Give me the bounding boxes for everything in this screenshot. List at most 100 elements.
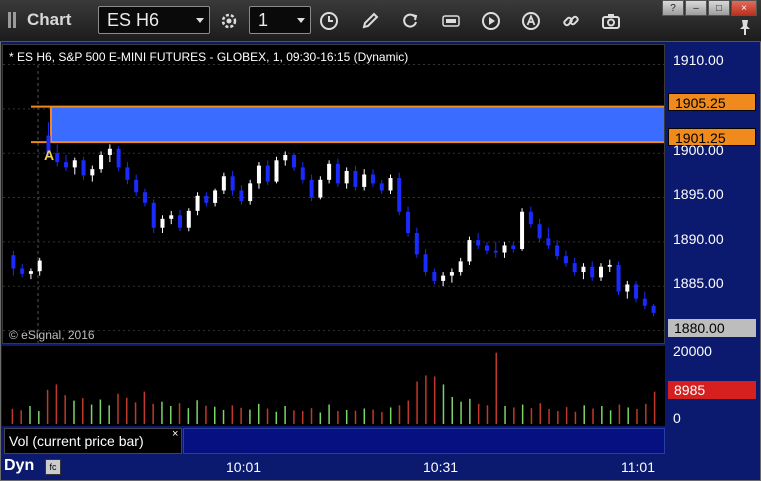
candle-body	[81, 160, 86, 176]
volume-tick-20000: 20000	[673, 343, 712, 359]
candle-body	[397, 178, 402, 212]
close-study-icon[interactable]: ×	[172, 428, 178, 440]
link-button[interactable]	[558, 8, 584, 34]
volume-current-tag: 8985	[668, 381, 756, 399]
window-controls: ? – □ ×	[661, 0, 757, 16]
candle-body	[335, 163, 340, 184]
price-tick-1900: 1900.00	[673, 142, 724, 158]
candle-body	[362, 174, 367, 187]
candle-body	[213, 190, 218, 203]
candle-body	[406, 211, 411, 234]
candle-body	[151, 202, 156, 228]
candle-body	[318, 179, 323, 198]
clock-icon	[320, 12, 338, 30]
candle-body	[248, 183, 253, 202]
price-tick-1895: 1895.00	[673, 186, 724, 202]
candle-body	[64, 162, 69, 168]
candle-body	[283, 154, 288, 161]
maximize-button[interactable]: □	[708, 0, 730, 16]
minimize-button[interactable]: –	[685, 0, 707, 16]
candle-body	[125, 167, 130, 180]
price-tick-1910: 1910.00	[673, 52, 724, 68]
get-icon	[442, 15, 460, 27]
candle-body	[309, 179, 314, 198]
zone-top-price-tag: 1905.25	[668, 93, 756, 111]
copyright-text: © eSignal, 2016	[9, 328, 95, 342]
candle-body	[230, 176, 235, 191]
time-tick-1101: 11:01	[621, 459, 655, 475]
candle-body	[388, 178, 393, 191]
dynamic-mode-label[interactable]: Dyn	[4, 457, 34, 475]
candle-body	[441, 275, 446, 281]
fc-badge[interactable]: fc	[45, 459, 61, 475]
help-button[interactable]: ?	[662, 0, 684, 16]
candle-body	[379, 183, 384, 191]
candle-body	[432, 272, 437, 281]
price-tick-1890: 1890.00	[673, 231, 724, 247]
candle-body	[476, 240, 481, 246]
price-axis[interactable]: 1910.00 1905.25 1901.25 1900.00 1895.00 …	[665, 44, 758, 344]
price-chart-pane[interactable]: * ES H6, S&P 500 E-MINI FUTURES - GLOBEX…	[2, 44, 665, 383]
screenshot-button[interactable]	[598, 8, 624, 34]
candle-body	[563, 256, 568, 264]
candle-body	[28, 271, 33, 274]
volume-study-label[interactable]: Vol (current price bar)	[4, 428, 182, 454]
refresh-icon	[403, 13, 418, 28]
settings-button[interactable]	[216, 8, 242, 34]
candle-body	[651, 305, 656, 313]
candle-body	[107, 148, 112, 155]
volume-pane[interactable]	[2, 346, 665, 426]
candle-body	[528, 211, 533, 225]
candle-body	[537, 224, 542, 239]
volume-axis[interactable]: 20000 8985 0	[665, 343, 758, 426]
candle-body	[511, 245, 516, 249]
interval-combo[interactable]: 1	[249, 6, 311, 34]
symbol-combo[interactable]: ES H6	[98, 6, 210, 34]
time-button[interactable]	[316, 8, 342, 34]
volume-chart[interactable]	[2, 346, 665, 426]
time-tick-1031: 10:31	[423, 459, 459, 475]
volume-tick-0: 0	[673, 410, 681, 426]
candle-body	[642, 298, 647, 306]
candle-body	[449, 272, 454, 276]
candle-body	[300, 167, 305, 180]
candle-body	[90, 169, 95, 176]
candle-body	[493, 250, 498, 253]
candle-body	[134, 179, 139, 193]
close-button[interactable]: ×	[731, 0, 757, 16]
app-title: Chart	[27, 10, 72, 29]
candle-body	[353, 170, 358, 187]
chevron-down-icon	[297, 18, 305, 23]
time-tick-1001: 10:01	[226, 459, 262, 475]
play-button[interactable]	[478, 8, 504, 34]
price-chart[interactable]	[3, 45, 664, 343]
candle-body	[55, 153, 60, 163]
get-button[interactable]	[438, 8, 464, 34]
candle-body	[414, 233, 419, 255]
time-axis[interactable]: 10:01 10:31 11:01	[2, 455, 665, 479]
alert-a-icon	[522, 12, 540, 30]
pin-icon[interactable]	[737, 18, 753, 36]
candle-body	[99, 154, 104, 170]
refresh-button[interactable]	[397, 8, 423, 34]
price-tick-1885: 1885.00	[673, 275, 724, 291]
candle-body	[423, 254, 428, 273]
candle-body	[20, 268, 25, 274]
drag-grip-icon[interactable]	[8, 12, 18, 28]
candle-body	[344, 170, 349, 184]
chart-title: * ES H6, S&P 500 E-MINI FUTURES - GLOBEX…	[9, 50, 409, 64]
candle-body	[274, 160, 279, 182]
candle-body	[520, 211, 525, 249]
camera-icon	[602, 14, 620, 29]
candle-body	[502, 245, 507, 253]
candle-body	[467, 240, 472, 262]
draw-button[interactable]	[357, 8, 383, 34]
alert-button[interactable]	[518, 8, 544, 34]
candle-body	[72, 160, 77, 168]
candle-body	[598, 266, 603, 278]
candle-body	[616, 264, 621, 292]
candle-body	[195, 195, 200, 211]
candle-body	[142, 192, 147, 203]
candle-body	[221, 176, 226, 191]
candle-body	[607, 264, 612, 267]
